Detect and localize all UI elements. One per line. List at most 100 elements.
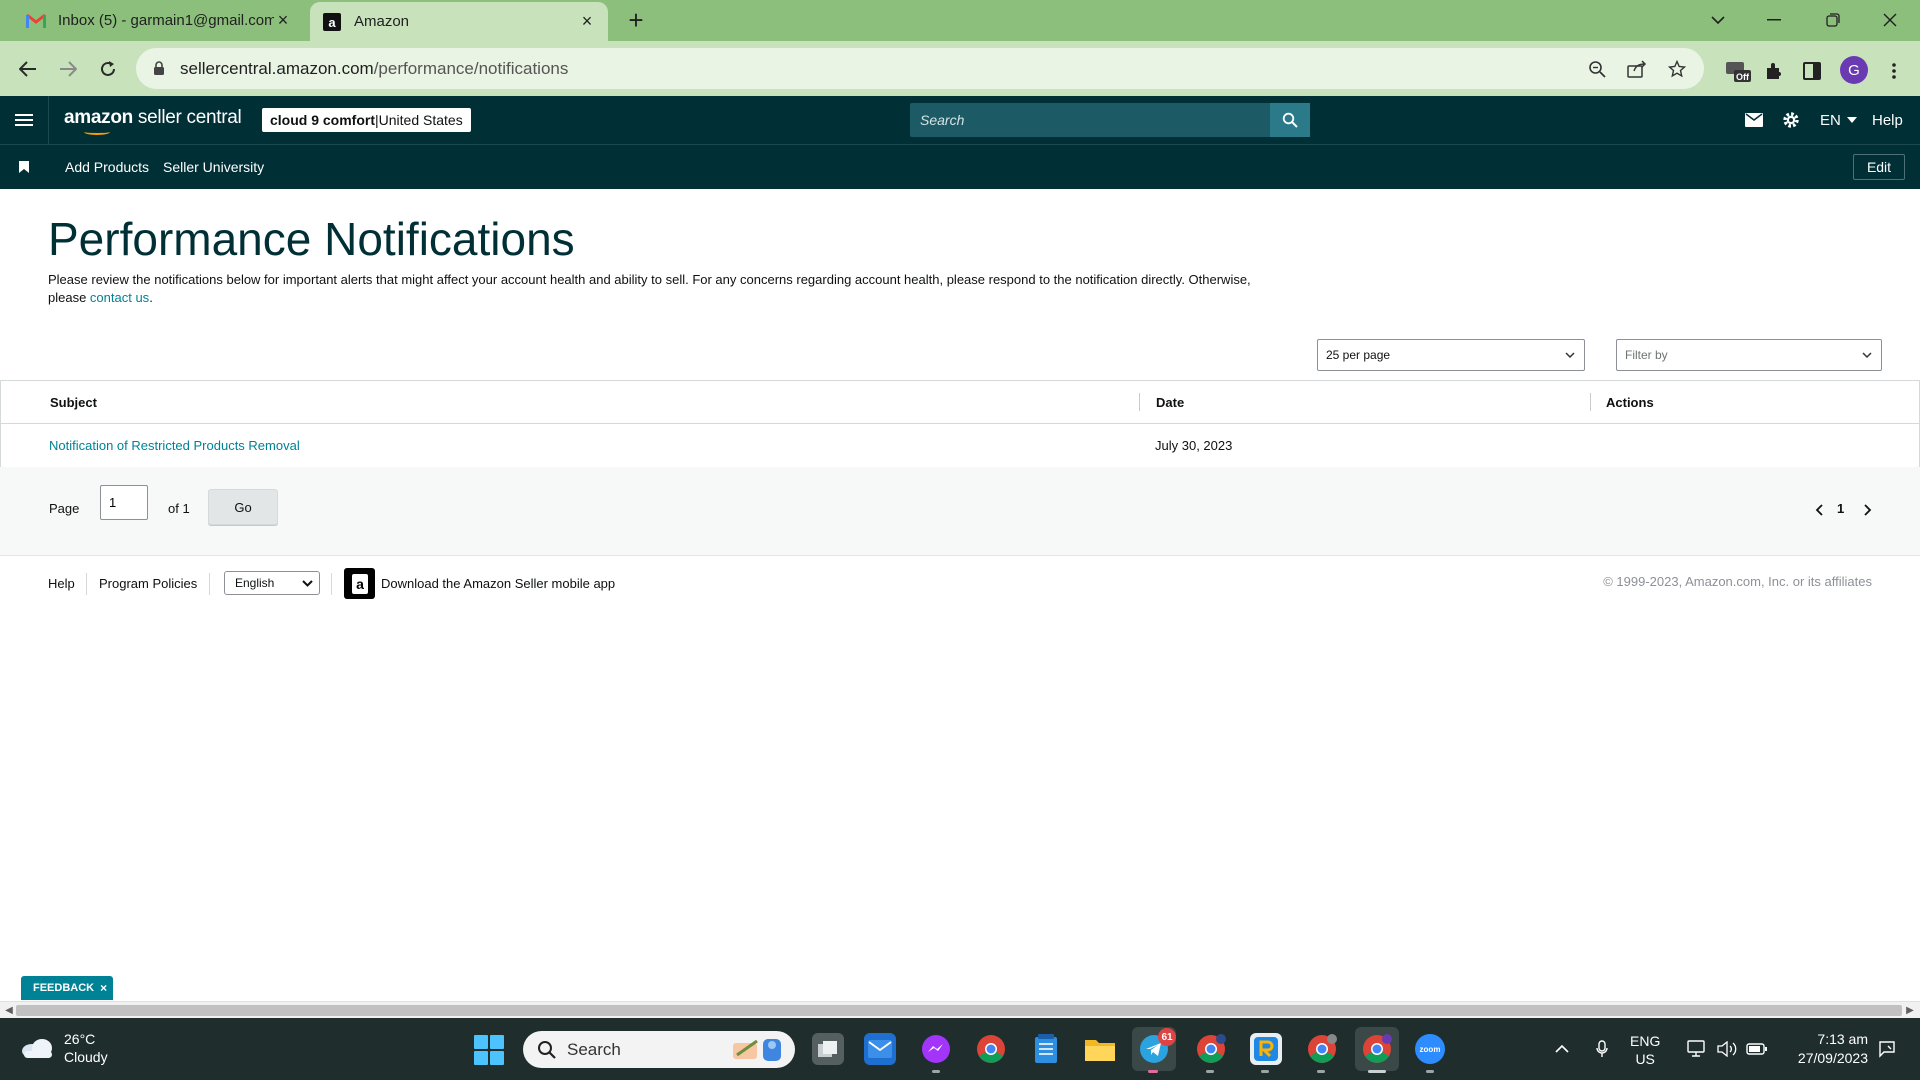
side-panel-icon[interactable]	[1798, 57, 1826, 85]
notifications-icon[interactable]	[1876, 1032, 1898, 1066]
battery-icon[interactable]	[1746, 1032, 1768, 1066]
go-button[interactable]: Go	[208, 489, 278, 525]
table-header: Subject Date Actions	[0, 381, 1920, 424]
browser-toolbar: sellercentral.amazon.com/performance/not…	[0, 41, 1920, 96]
profile-avatar[interactable]: G	[1840, 56, 1868, 84]
column-subject[interactable]: Subject	[50, 395, 97, 410]
footer-help-link[interactable]: Help	[48, 576, 75, 591]
search-button[interactable]	[1270, 103, 1310, 137]
header-search[interactable]: Search	[910, 103, 1310, 137]
close-window-button[interactable]	[1872, 4, 1908, 36]
r-app-icon[interactable]	[1250, 1033, 1282, 1065]
gmail-icon	[26, 12, 46, 30]
menu-icon[interactable]	[12, 108, 36, 132]
new-tab-button[interactable]: +	[622, 5, 650, 35]
system-clock[interactable]: 7:13 am 27/09/2023	[1782, 1030, 1868, 1068]
network-icon[interactable]	[1686, 1032, 1708, 1066]
telegram-badge: 61	[1158, 1028, 1176, 1046]
minimize-button[interactable]	[1756, 4, 1792, 36]
store-switcher[interactable]: cloud 9 comfort | United States	[262, 108, 471, 132]
amazon-app-icon[interactable]: a	[344, 568, 375, 599]
bookmark-icon[interactable]	[19, 161, 29, 173]
subnav-seller-university[interactable]: Seller University	[163, 159, 264, 175]
edit-bookmarks-button[interactable]: Edit	[1853, 154, 1905, 180]
header-divider	[48, 96, 49, 144]
app-download-link[interactable]: Download the Amazon Seller mobile app	[381, 576, 615, 591]
notification-date: July 30, 2023	[1155, 438, 1233, 453]
search-input[interactable]: Search	[910, 112, 1270, 128]
taskbar-search[interactable]: Search	[523, 1031, 795, 1068]
footer-program-policies-link[interactable]: Program Policies	[99, 576, 197, 591]
mail-app-icon[interactable]	[864, 1033, 896, 1065]
tab-search-icon[interactable]	[1700, 4, 1736, 36]
page-title: Performance Notifications	[48, 213, 575, 265]
restore-button[interactable]	[1815, 4, 1851, 36]
extensions-icon[interactable]	[1760, 57, 1788, 85]
subnav-add-products[interactable]: Add Products	[65, 159, 149, 175]
filter-select[interactable]: Filter by	[1616, 339, 1882, 371]
horizontal-scrollbar[interactable]: ◀ ▶	[0, 1001, 1920, 1018]
contact-us-link[interactable]: contact us	[90, 290, 149, 305]
search-icon	[1282, 112, 1298, 128]
reload-button[interactable]	[92, 53, 124, 85]
seller-central-header: amazon seller central cloud 9 comfort | …	[0, 96, 1920, 144]
weather-widget[interactable]: 26°C Cloudy	[20, 1030, 108, 1066]
messenger-icon[interactable]	[920, 1033, 952, 1065]
browser-tab-strip: Inbox (5) - garmain1@gmail.com × a Amazo…	[0, 0, 1920, 41]
extension-toggle-icon[interactable]: Off	[1724, 57, 1752, 85]
scroll-right-icon[interactable]: ▶	[1904, 1004, 1916, 1016]
footer-language-select[interactable]: English	[224, 571, 320, 595]
close-icon[interactable]: ×	[578, 11, 596, 31]
amazon-smile-icon	[84, 129, 110, 135]
scrollbar-thumb[interactable]	[16, 1005, 1902, 1016]
notepad-icon[interactable]	[1030, 1033, 1062, 1065]
microphone-icon[interactable]	[1592, 1032, 1612, 1066]
zoom-app-icon[interactable]: zoom	[1414, 1033, 1446, 1065]
mail-icon[interactable]	[1745, 110, 1763, 130]
chevron-left-icon[interactable]	[1812, 503, 1826, 517]
star-icon[interactable]	[1666, 58, 1688, 80]
tab-gmail[interactable]: Inbox (5) - garmain1@gmail.com ×	[14, 0, 304, 41]
chevron-down-icon	[302, 580, 313, 587]
chrome-menu-icon[interactable]	[1880, 57, 1908, 85]
chrome-profile-icon[interactable]	[1195, 1033, 1227, 1065]
search-icon	[538, 1040, 556, 1059]
search-highlight-icon	[733, 1039, 781, 1061]
chrome-active-icon[interactable]	[1355, 1027, 1399, 1071]
chevron-right-icon[interactable]	[1861, 503, 1875, 517]
per-page-select[interactable]: 25 per page	[1317, 339, 1585, 371]
lock-icon[interactable]	[150, 61, 168, 76]
zoom-icon[interactable]	[1586, 58, 1608, 80]
input-language-indicator[interactable]: ENG US	[1630, 1032, 1660, 1068]
forward-button[interactable]	[52, 53, 84, 85]
help-link[interactable]: Help	[1872, 110, 1903, 130]
svg-text:zoom: zoom	[1420, 1045, 1441, 1054]
chrome-icon[interactable]	[975, 1033, 1007, 1065]
volume-icon[interactable]	[1716, 1032, 1738, 1066]
chrome-profile-2-icon[interactable]	[1306, 1033, 1338, 1065]
gear-icon[interactable]	[1782, 110, 1800, 130]
page-number-input[interactable]	[100, 485, 148, 520]
close-icon[interactable]: ×	[274, 10, 292, 30]
share-icon[interactable]	[1626, 58, 1648, 80]
telegram-icon[interactable]: 61	[1132, 1027, 1176, 1071]
file-explorer-icon[interactable]	[1084, 1033, 1116, 1065]
tab-amazon[interactable]: a Amazon ×	[310, 2, 608, 41]
tab-title: Amazon	[354, 13, 410, 30]
address-bar[interactable]: sellercentral.amazon.com/performance/not…	[136, 48, 1704, 89]
task-view-icon[interactable]	[812, 1033, 844, 1065]
chevron-up-icon[interactable]	[1552, 1032, 1572, 1066]
page-count-label: of 1	[168, 501, 190, 516]
feedback-button[interactable]: FEEDBACK ×	[21, 976, 113, 1000]
seller-central-logo[interactable]: amazon seller central	[64, 107, 242, 135]
windows-start-icon[interactable]	[474, 1035, 504, 1065]
back-button[interactable]	[12, 53, 44, 85]
chevron-down-icon	[1862, 352, 1872, 359]
close-icon[interactable]: ×	[100, 981, 107, 995]
language-selector[interactable]: EN	[1820, 110, 1857, 130]
current-page-number[interactable]: 1	[1837, 501, 1844, 516]
scroll-left-icon[interactable]: ◀	[3, 1004, 15, 1016]
notification-subject-link[interactable]: Notification of Restricted Products Remo…	[49, 438, 300, 453]
column-date[interactable]: Date	[1156, 395, 1184, 410]
column-actions: Actions	[1606, 395, 1654, 410]
